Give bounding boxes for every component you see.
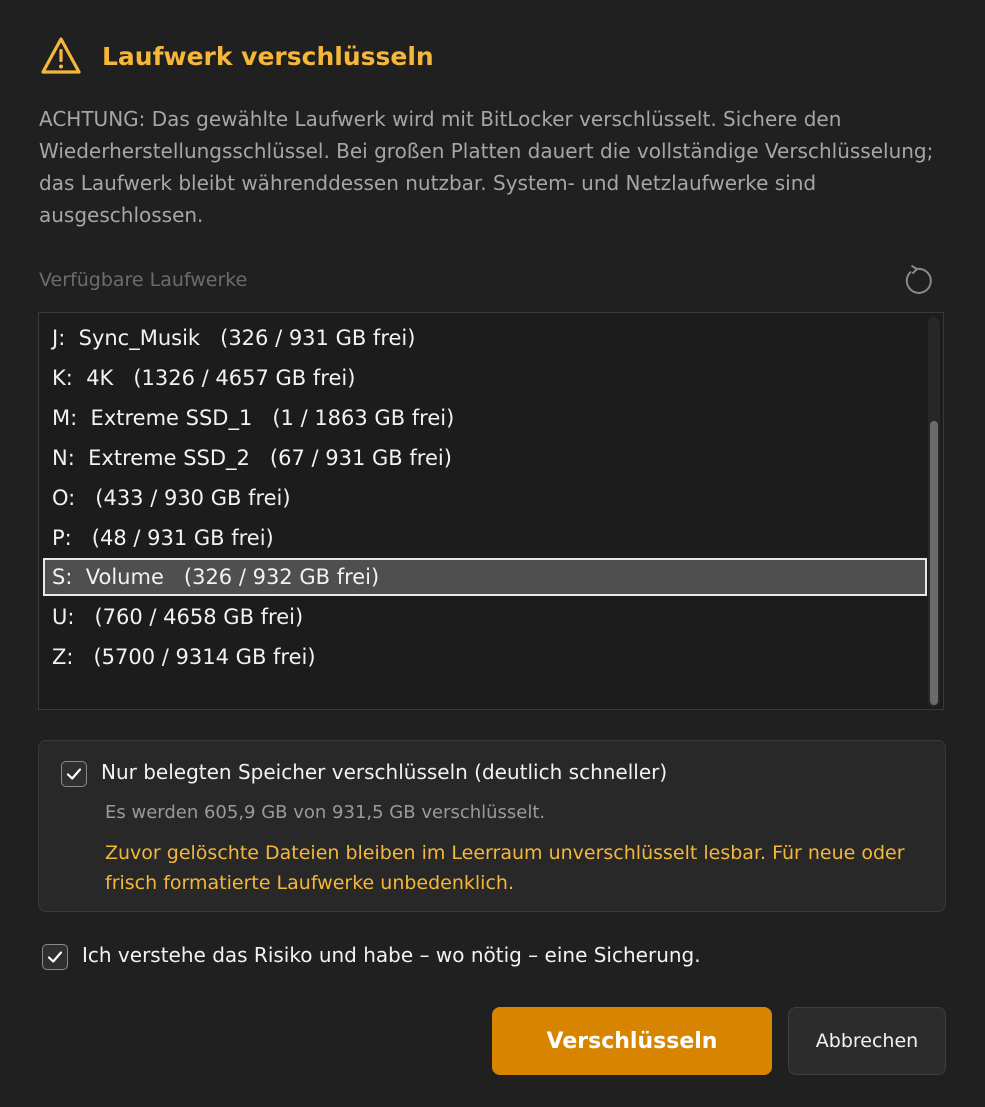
risk-acknowledge-label[interactable]: Ich verstehe das Risiko und habe – wo nö… xyxy=(82,943,701,967)
scrollbar-thumb[interactable] xyxy=(930,421,938,705)
drive-list-item[interactable]: P: (48 / 931 GB frei) xyxy=(43,519,927,557)
dialog-title: Laufwerk verschlüsseln xyxy=(102,41,434,71)
encrypt-button[interactable]: Verschlüsseln xyxy=(492,1007,772,1075)
drive-list-item[interactable]: O: (433 / 930 GB frei) xyxy=(43,479,927,517)
cancel-button[interactable]: Abbrechen xyxy=(788,1007,946,1075)
encrypt-drive-dialog: Laufwerk verschlüsseln ACHTUNG: Das gewä… xyxy=(0,0,985,1107)
encryption-options-card: Nur belegten Speicher verschlüsseln (deu… xyxy=(38,740,946,912)
drive-list-item[interactable]: N: Extreme SSD_2 (67 / 931 GB frei) xyxy=(43,439,927,477)
used-space-only-checkbox[interactable] xyxy=(61,761,87,787)
risk-acknowledge-checkbox[interactable] xyxy=(42,944,68,970)
warning-description: ACHTUNG: Das gewählte Laufwerk wird mit … xyxy=(39,107,934,227)
drives-list-label: Verfügbare Laufwerke xyxy=(39,269,248,291)
refresh-icon[interactable] xyxy=(900,264,934,298)
drives-listbox[interactable]: J: Sync_Musik (326 / 931 GB frei) K: 4K (… xyxy=(38,312,944,710)
checkmark-icon xyxy=(47,951,63,963)
drive-list-item[interactable]: M: Extreme SSD_1 (1 / 1863 GB frei) xyxy=(43,399,927,437)
drive-list-item[interactable]: K: 4K (1326 / 4657 GB frei) xyxy=(43,359,927,397)
used-space-only-label[interactable]: Nur belegten Speicher verschlüsseln (deu… xyxy=(101,760,667,784)
drive-list-item[interactable]: Z: (5700 / 9314 GB frei) xyxy=(43,638,927,676)
checkmark-icon xyxy=(66,768,82,780)
drive-list-item[interactable]: J: Sync_Musik (326 / 931 GB frei) xyxy=(43,319,927,357)
drive-list-item[interactable]: U: (760 / 4658 GB frei) xyxy=(43,598,927,636)
free-space-warning: Zuvor gelöschte Dateien bleiben im Leerr… xyxy=(105,842,905,894)
encryption-size-info: Es werden 605,9 GB von 931,5 GB verschlü… xyxy=(105,802,546,823)
drive-list-item-selected[interactable]: S: Volume (326 / 932 GB frei) xyxy=(43,558,927,597)
warning-triangle-icon xyxy=(41,37,81,74)
drives-scrollbar[interactable] xyxy=(928,317,940,707)
dialog-header: Laufwerk verschlüsseln xyxy=(40,36,434,76)
